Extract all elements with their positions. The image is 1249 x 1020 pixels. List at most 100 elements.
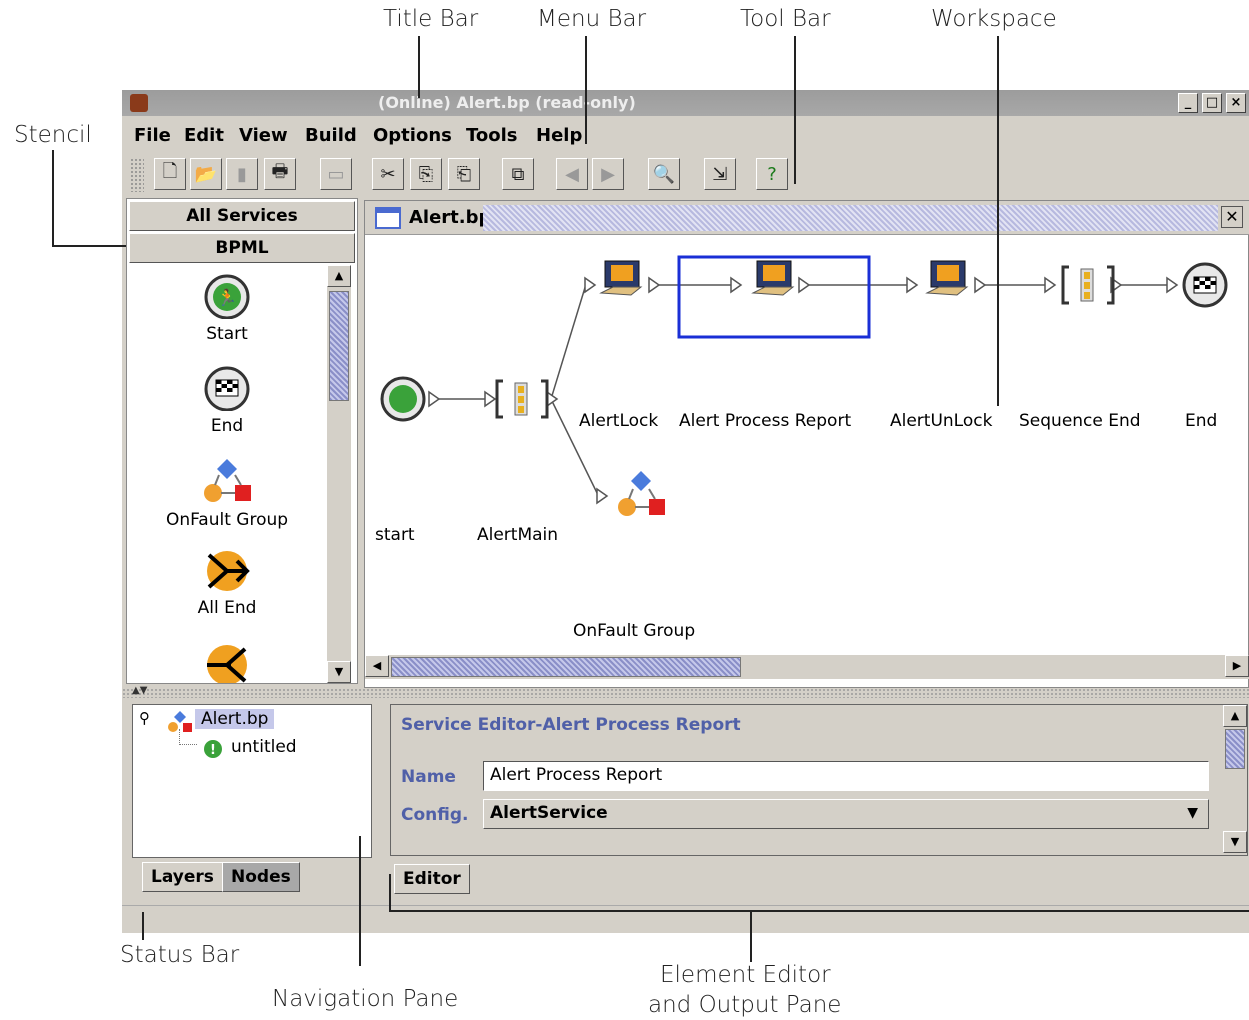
callout-workspace: Workspace [931, 6, 1057, 32]
alertunlock-computer-icon [925, 260, 969, 296]
menu-options[interactable]: Options [373, 125, 452, 146]
node-start[interactable]: start [375, 525, 415, 545]
callout-line-workspace [997, 36, 999, 406]
all-services-button[interactable]: All Services [129, 201, 355, 231]
name-field[interactable]: Alert Process Report [483, 761, 1209, 791]
workspace-tab-title[interactable]: Alert.bp [409, 207, 491, 228]
node-alertmain[interactable]: AlertMain [477, 525, 558, 545]
scroll-right-icon[interactable]: ▶ [1225, 655, 1249, 677]
node-alertlock[interactable]: AlertLock [579, 411, 658, 431]
start-node-icon [380, 376, 426, 422]
stencil-label-all-end: All End [197, 598, 257, 618]
callout-status-bar: Status Bar [120, 942, 240, 968]
tab-layers[interactable]: Layers [142, 862, 223, 892]
workspace-header: Alert.bp ✕ [365, 201, 1249, 235]
scroll-up-icon[interactable]: ▲ [327, 265, 351, 287]
tab-nodes[interactable]: Nodes [222, 862, 300, 892]
callout-line-toolbar [794, 36, 796, 184]
sequence-icon [495, 379, 549, 419]
window-icon[interactable]: ⧉ [502, 158, 534, 190]
stencil-item-onfault-group[interactable]: OnFault Group [129, 455, 325, 530]
print-icon[interactable]: 🖶 [264, 158, 296, 190]
workspace-hscrollbar[interactable]: ◀ ▶ [365, 655, 1249, 679]
scroll-down-icon[interactable]: ▼ [327, 661, 351, 683]
tree-root-label[interactable]: Alert.bp [195, 709, 275, 729]
cut-icon[interactable]: ✂ [372, 158, 404, 190]
menu-help[interactable]: Help [536, 125, 582, 146]
callout-line-nav [359, 836, 361, 966]
new-file-icon[interactable]: 🗋 [154, 158, 186, 190]
stencil-scrollbar[interactable]: ▲ ▼ [327, 265, 351, 683]
workspace[interactable]: Alert.bp ✕ start AlertMain AlertLock Ale… [364, 200, 1249, 688]
callout-line-stencil-h [52, 245, 126, 247]
menu-build[interactable]: Build [305, 125, 357, 146]
menu-tools[interactable]: Tools [466, 125, 518, 146]
report-computer-icon [751, 260, 795, 296]
end-node-icon [1182, 262, 1228, 308]
editor-scroll-up-icon[interactable]: ▲ [1223, 705, 1247, 727]
all-start-icon [207, 645, 247, 683]
svg-text:🏃: 🏃 [217, 288, 237, 307]
chevron-down-icon[interactable]: ▼ [1187, 800, 1198, 826]
stencil-label-start: Start [206, 324, 248, 344]
tree-child-label[interactable]: untitled [231, 737, 297, 757]
node-alertunlock[interactable]: AlertUnLock [890, 411, 992, 431]
alertlock-computer-icon [599, 260, 643, 296]
node-end[interactable]: End [1185, 411, 1217, 431]
help-icon[interactable]: ? [756, 158, 788, 190]
scroll-left-icon[interactable]: ◀ [365, 655, 389, 677]
callout-editor-line2: and Output Pane [648, 992, 842, 1018]
copy-icon[interactable]: ⎘ [410, 158, 442, 190]
close-button[interactable]: × [1226, 93, 1246, 113]
callout-line-status [142, 912, 144, 940]
node-onfault-group[interactable]: OnFault Group [573, 621, 695, 641]
callout-menu-bar: Menu Bar [537, 6, 647, 32]
menu-file[interactable]: File [134, 125, 171, 146]
splitter-arrows-icon[interactable]: ▲▼ [132, 685, 147, 696]
scroll-thumb[interactable] [329, 291, 349, 401]
maximize-button[interactable]: □ [1202, 93, 1222, 113]
open-folder-icon[interactable]: 📂 [190, 158, 222, 190]
config-select[interactable]: AlertService ▼ [483, 799, 1209, 829]
properties-icon[interactable]: ▭ [320, 158, 352, 190]
svg-text:!: ! [210, 743, 216, 758]
config-select-value: AlertService [490, 803, 608, 823]
untitled-status-icon: ! [204, 740, 222, 758]
editor-title: Service Editor-Alert Process Report [401, 715, 741, 735]
menu-bar: File Edit View Build Options Tools Help [122, 118, 1249, 154]
stencil-item-all-end[interactable]: All End [129, 547, 325, 618]
stencil-item-start[interactable]: 🏃 Start [129, 273, 325, 344]
tab-editor[interactable]: Editor [394, 864, 470, 894]
stencil-item-partial[interactable] [129, 641, 325, 683]
minimize-button[interactable]: _ [1178, 93, 1198, 113]
save-icon[interactable]: ▮ [226, 158, 258, 190]
forward-arrow-icon[interactable]: ▶ [592, 158, 624, 190]
window-title: (Online) Alert.bp (read-only) [378, 93, 636, 112]
editor-scroll-thumb[interactable] [1225, 729, 1245, 769]
title-bar[interactable]: (Online) Alert.bp (read-only) _ □ × [122, 90, 1249, 116]
navigation-pane: ⚲ Alert.bp ! untitled [132, 704, 372, 858]
stencil-item-end[interactable]: End [129, 365, 325, 436]
back-arrow-icon[interactable]: ◀ [556, 158, 588, 190]
bpml-button[interactable]: BPML [129, 233, 355, 263]
pane-splitter[interactable]: ▲▼ [122, 685, 1249, 698]
check-in-icon[interactable]: ⇲ [704, 158, 736, 190]
node-sequence-end[interactable]: Sequence End [1019, 411, 1141, 431]
editor-scrollbar[interactable]: ▲ ▼ [1223, 705, 1247, 855]
stencil-list: 🏃 Start End OnFault Group All End [129, 265, 325, 683]
hscroll-thumb[interactable] [391, 657, 741, 677]
menu-view[interactable]: View [239, 125, 288, 146]
menu-edit[interactable]: Edit [184, 125, 224, 146]
search-icon[interactable]: 🔍 [648, 158, 680, 190]
application-window: (Online) Alert.bp (read-only) _ □ × File… [122, 90, 1249, 933]
callout-line-editor-h [389, 910, 1249, 912]
editor-scroll-down-icon[interactable]: ▼ [1223, 831, 1247, 853]
onfault-node-icon [618, 471, 665, 516]
callout-line-title [418, 36, 420, 98]
tree-expand-icon[interactable]: ⚲ [139, 709, 150, 727]
tool-bar: 🗋 📂 ▮ 🖶 ▭ ✂ ⎘ ⎗ ⧉ ◀ ▶ 🔍 ⇲ ? [122, 154, 1249, 196]
node-alert-process-report[interactable]: Alert Process Report [679, 411, 851, 431]
paste-icon[interactable]: ⎗ [448, 158, 480, 190]
close-workspace-icon[interactable]: ✕ [1221, 206, 1243, 228]
toolbar-grip[interactable] [130, 158, 144, 192]
